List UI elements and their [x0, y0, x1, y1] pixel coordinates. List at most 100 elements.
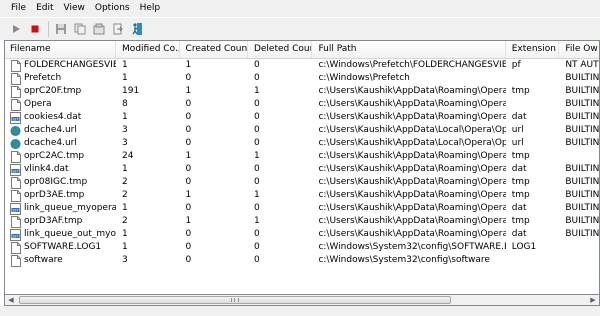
deleted-count-cell: 0 — [253, 125, 260, 135]
table-row[interactable]: SET link_queue_myopera.... 1 0 0 c:\Users\Kau… — [5, 202, 599, 215]
filename-text: oprD3AE.tmp — [24, 190, 85, 200]
column-header-filename[interactable]: Filename — [5, 41, 117, 58]
full-path-cell: c:\Windows\Prefetch — [318, 73, 410, 83]
filename-text: software — [24, 255, 63, 265]
exit-icon[interactable] — [129, 21, 145, 37]
globe-icon — [10, 125, 21, 137]
filename-cell[interactable]: dcache4.url — [5, 124, 116, 137]
filename-cell[interactable]: Prefetch — [5, 72, 116, 85]
file-list-view[interactable]: Filename Modified Co... Created Count De… — [4, 40, 600, 306]
file-icon — [10, 59, 21, 72]
deleted-count-cell: 0 — [253, 138, 260, 148]
extension-cell — [506, 254, 560, 267]
filename-cell[interactable]: dcache4.url — [5, 137, 116, 150]
svg-text:SET: SET — [12, 169, 19, 173]
filename-text: oprD3AF.tmp — [24, 216, 83, 226]
copy-icon[interactable] — [72, 21, 88, 37]
modified-count-cell: 8 — [122, 99, 128, 109]
column-header-full-path[interactable]: Full Path — [312, 41, 506, 58]
full-path-cell: c:\Users\Kaushik\AppData\Roaming\Opera\O… — [318, 229, 506, 239]
column-header-modified-count[interactable]: Modified Co... — [116, 41, 180, 58]
menu-edit[interactable]: Edit — [31, 0, 58, 17]
filename-cell[interactable]: oprC20F.tmp — [5, 85, 116, 98]
deleted-count-cell: 0 — [253, 164, 260, 174]
full-path-cell: c:\Users\Kaushik\AppData\Roaming\Opera\O… — [318, 216, 506, 226]
scroll-track[interactable] — [17, 295, 587, 305]
list-header: Filename Modified Co... Created Count De… — [5, 41, 599, 59]
table-row[interactable]: software 3 0 0 c:\Windows\System32\config\so… — [5, 254, 599, 267]
deleted-count-cell: 0 — [253, 60, 260, 70]
table-row[interactable]: SET cookies4.dat 1 0 0 c:\Users\Kaushik\AppDa… — [5, 111, 599, 124]
play-icon[interactable] — [8, 21, 24, 37]
table-row[interactable]: SET vlink4.dat 1 0 0 c:\Users\Kaushik\AppData… — [5, 163, 599, 176]
extension-cell: dat — [511, 164, 527, 174]
modified-count-cell: 191 — [122, 86, 140, 96]
table-row[interactable]: opr08IGC.tmp 2 0 0 c:\Users\Kaushik\AppData\… — [5, 176, 599, 189]
table-row[interactable]: oprD3AF.tmp 2 1 1 c:\Users\Kaushik\AppData\R… — [5, 215, 599, 228]
extension-cell: url — [511, 138, 524, 148]
refresh-icon[interactable] — [110, 21, 126, 37]
filename-cell[interactable]: SET vlink4.dat — [5, 163, 116, 176]
menu-file[interactable]: File — [0, 0, 31, 17]
modified-count-cell: 3 — [122, 138, 128, 148]
save-icon[interactable] — [53, 21, 69, 37]
file-owner-cell: BUILTIN — [565, 112, 600, 122]
full-path-cell: c:\Users\Kaushik\AppData\Roaming\Opera\O… — [318, 203, 506, 213]
filename-cell[interactable]: oprD3AE.tmp — [5, 189, 116, 202]
file-icon — [10, 189, 21, 202]
filename-text: SOFTWARE.LOG1 — [24, 242, 102, 252]
created-count-cell: 0 — [185, 177, 192, 187]
properties-icon[interactable] — [91, 21, 107, 37]
file-icon — [10, 72, 21, 85]
column-header-extension[interactable]: Extension — [506, 41, 560, 58]
menu-options[interactable]: Options — [90, 0, 135, 17]
table-row[interactable]: FOLDERCHANGESVIE... 1 1 0 c:\Windows\Prefetc… — [5, 59, 599, 72]
deleted-count-cell: 0 — [253, 242, 260, 252]
filename-cell[interactable]: Opera — [5, 98, 116, 111]
file-owner-cell — [559, 241, 599, 254]
status-bar — [0, 306, 600, 316]
deleted-count-cell: 0 — [253, 177, 260, 187]
menu-help[interactable]: Help — [135, 0, 166, 17]
file-owner-cell: BUILTIN — [565, 73, 600, 83]
filename-text: vlink4.dat — [24, 164, 69, 174]
menu-view[interactable]: View — [59, 0, 90, 17]
modified-count-cell: 1 — [122, 242, 128, 252]
table-row[interactable]: oprC2AC.tmp 24 1 1 c:\Users\Kaushik\AppData\… — [5, 150, 599, 163]
table-row[interactable]: SET link_queue_out_myop... 1 0 0 c:\Users\Kau… — [5, 228, 599, 241]
table-row[interactable]: Opera 8 0 0 c:\Users\Kaushik\AppData\Roaming… — [5, 98, 599, 111]
filename-cell[interactable]: SET link_queue_myopera.... — [5, 202, 116, 215]
globe-icon — [10, 138, 21, 150]
scroll-left-icon[interactable]: ◀ — [5, 295, 17, 305]
filename-cell[interactable]: SET link_queue_out_myop... — [5, 228, 116, 241]
modified-count-cell: 1 — [122, 60, 128, 70]
filename-text: cookies4.dat — [24, 112, 82, 122]
filename-cell[interactable]: FOLDERCHANGESVIE... — [5, 59, 116, 72]
file-icon — [10, 176, 21, 189]
scroll-thumb[interactable] — [19, 296, 451, 304]
filename-cell[interactable]: oprD3AF.tmp — [5, 215, 116, 228]
filename-cell[interactable]: SOFTWARE.LOG1 — [5, 241, 116, 254]
table-row[interactable]: dcache4.url 3 0 0 c:\Users\Kaushik\AppData\L… — [5, 124, 599, 137]
full-path-cell: c:\Users\Kaushik\AppData\Roaming\Opera\O… — [318, 151, 506, 161]
created-count-cell: 0 — [185, 242, 192, 252]
scroll-right-icon[interactable]: ▶ — [587, 295, 599, 305]
column-header-deleted-count[interactable]: Deleted Count — [248, 41, 313, 58]
svg-text:SET: SET — [12, 117, 19, 121]
filename-cell[interactable]: software — [5, 254, 116, 267]
filename-cell[interactable]: opr08IGC.tmp — [5, 176, 116, 189]
column-header-file-owner[interactable]: File Ow — [559, 41, 599, 58]
table-row[interactable]: SOFTWARE.LOG1 1 0 0 c:\Windows\System32\conf… — [5, 241, 599, 254]
table-row[interactable]: oprC20F.tmp 191 1 1 c:\Users\Kaushik\AppData… — [5, 85, 599, 98]
horizontal-scrollbar[interactable]: ◀ ▶ — [4, 294, 600, 306]
table-row[interactable]: dcache4.url 3 0 0 c:\Users\Kaushik\AppData\L… — [5, 137, 599, 150]
toolbar — [0, 18, 600, 40]
table-row[interactable]: Prefetch 1 0 0 c:\Windows\Prefetch BUILTIN — [5, 72, 599, 85]
file-owner-cell: BUILTIN — [565, 99, 600, 109]
filename-cell[interactable]: SET cookies4.dat — [5, 111, 116, 124]
column-header-created-count[interactable]: Created Count — [180, 41, 248, 58]
table-row[interactable]: oprD3AE.tmp 2 1 1 c:\Users\Kaushik\AppData\R… — [5, 189, 599, 202]
stop-icon[interactable] — [27, 21, 43, 37]
filename-cell[interactable]: oprC2AC.tmp — [5, 150, 116, 163]
svg-text:SET: SET — [12, 234, 19, 238]
